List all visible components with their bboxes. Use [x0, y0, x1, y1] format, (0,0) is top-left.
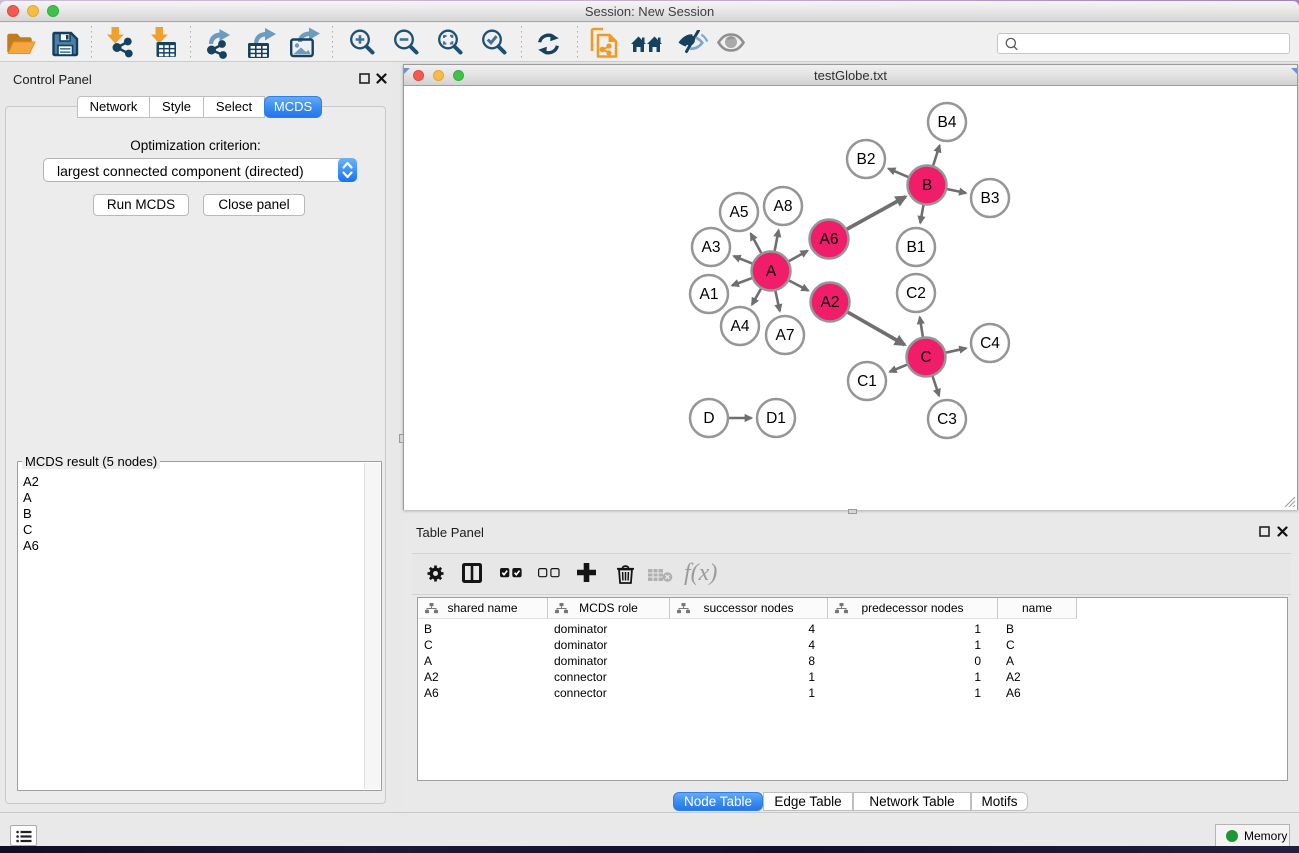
svg-text:A4: A4 — [731, 318, 750, 335]
svg-text:A8: A8 — [774, 198, 793, 215]
svg-text:C4: C4 — [980, 335, 1000, 352]
svg-text:A6: A6 — [820, 231, 839, 248]
svg-text:D1: D1 — [766, 410, 786, 427]
svg-text:D: D — [703, 410, 714, 427]
svg-text:A1: A1 — [700, 286, 719, 303]
svg-text:C3: C3 — [937, 411, 957, 428]
svg-text:A5: A5 — [730, 204, 749, 221]
svg-text:C1: C1 — [857, 373, 877, 390]
svg-text:B4: B4 — [938, 114, 957, 131]
svg-text:A2: A2 — [821, 294, 840, 311]
svg-text:B3: B3 — [981, 190, 1000, 207]
svg-text:A7: A7 — [776, 327, 795, 344]
svg-text:B: B — [922, 177, 932, 194]
svg-text:B2: B2 — [857, 151, 876, 168]
svg-text:C: C — [920, 349, 931, 366]
svg-text:B1: B1 — [907, 239, 926, 256]
svg-text:A: A — [766, 263, 777, 280]
svg-text:C2: C2 — [906, 285, 926, 302]
svg-text:A3: A3 — [702, 239, 721, 256]
